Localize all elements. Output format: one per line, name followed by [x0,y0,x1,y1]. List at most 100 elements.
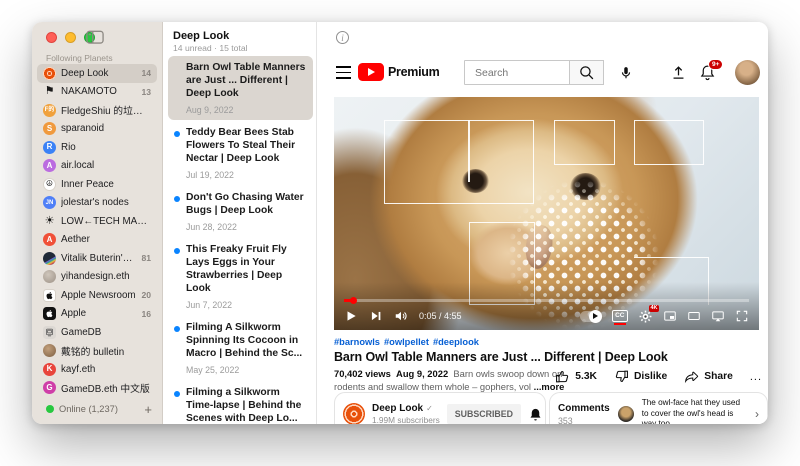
sidebar-item-jolestar-s-nodes[interactable]: JNjolestar's nodes [37,194,157,213]
commenter-avatar [618,406,634,422]
sidebar-item-rio[interactable]: RRio [37,138,157,157]
planet-avatar: G [43,381,56,394]
sidebar-item-air-local[interactable]: Aair.local [37,157,157,176]
planet-label: Apple Newsroom [61,290,136,301]
planet-avatar: F的 [43,104,56,117]
planet-label: Aether [61,234,151,245]
hashtag-link[interactable]: #deeplook [433,337,479,347]
next-button[interactable] [369,309,383,323]
captions-button[interactable]: CC [612,310,628,322]
article-item[interactable]: Filming a Silkworm Time-lapse | Behind t… [168,381,313,424]
unread-dot-icon [174,131,180,137]
sidebar-item-fledgeshiu[interactable]: F的 FledgeShiu 的垃圾堆 [37,101,157,120]
video-overlay-graphic [554,120,615,165]
search-input[interactable] [473,66,569,80]
sidebar-footer: Online (1,237) + [46,401,152,417]
article-date: Jun 7, 2022 [186,300,307,310]
channel-name[interactable]: Deep Look [372,403,423,414]
voice-search-icon[interactable] [614,61,638,85]
more-actions-button[interactable]: ... [750,371,762,383]
article-date: May 25, 2022 [186,365,307,375]
channel-bell-icon[interactable] [528,407,543,422]
sidebar-item-inner-peace[interactable]: ☮ Inner Peace [37,175,157,194]
article-list: Barn Owl Table Manners are Just ... Diff… [168,56,313,424]
planet-avatar: S [43,122,56,135]
theater-mode-button[interactable] [687,309,701,323]
planet-avatar: ☮ [43,178,56,191]
planet-label: kayf.eth [61,364,151,375]
comments-card[interactable]: Comments 353 The owl-face hat they used … [549,392,768,424]
planet-avatar [43,67,56,80]
sidebar-item-bulletin[interactable]: 戴铭的 bulletin [37,342,157,361]
channel-avatar[interactable] [343,403,365,424]
channel-card: Deep Look ✓ 1.99M subscribers SUBSCRIBED [334,392,546,424]
sidebar-item-apple-newsroom[interactable]: Apple Newsroom20 [37,286,157,305]
subscribed-button[interactable]: SUBSCRIBED [447,404,521,424]
sidebar-item-gamedb[interactable]: GameDB [37,323,157,342]
sidebar-item-kayf-eth[interactable]: Kkayf.eth [37,360,157,379]
add-planet-button[interactable]: + [144,403,152,416]
youtube-premium-logo[interactable]: Premium [358,63,439,81]
minimize-window-button[interactable] [65,32,76,43]
planet-label: 戴铭的 bulletin [61,344,151,358]
autoplay-toggle[interactable] [580,311,602,322]
sidebar-item-yihandesign-eth[interactable]: yihandesign.eth [37,268,157,287]
sidebar-item-aether[interactable]: AAether [37,231,157,250]
comments-count: 353 [558,416,610,425]
menu-icon[interactable] [336,66,351,79]
article-item[interactable]: This Freaky Fruit Fly Lays Eggs in Your … [168,238,313,315]
close-window-button[interactable] [46,32,57,43]
premium-wordmark: Premium [388,65,439,79]
notifications-bell-icon[interactable]: 9+ [699,64,716,81]
like-count: 5.3K [575,371,597,382]
player-controls: 0:05 / 4:55 CC 4K [334,302,759,330]
feed-title: Deep Look [173,30,229,42]
video-player[interactable]: 0:05 / 4:55 CC 4K [334,97,759,330]
sidebar-item-low-tech-magazine[interactable]: ☀LOW←TECH MAGAZINE [37,212,157,231]
article-item[interactable]: Don't Go Chasing Water Bugs | Deep LookJ… [168,186,313,237]
article-title: Teddy Bear Bees Stab Flowers To Steal Th… [186,126,307,165]
feed-unread-count: 14 unread · 15 total [173,43,248,53]
play-button[interactable] [344,309,358,323]
planet-label: air.local [61,160,151,171]
planet-label: Apple [61,308,136,319]
sidebar-item-gamedb-eth[interactable]: G GameDB.eth 中文版 [37,379,157,398]
video-overlay-graphic [468,120,470,182]
sidebar-item-deep-look[interactable]: Deep Look14 [37,64,157,83]
like-button[interactable]: 5.3K [555,369,597,384]
sidebar-item-apple[interactable]: Apple16 [37,305,157,324]
article-item[interactable]: Barn Owl Table Manners are Just ... Diff… [168,56,313,120]
planet-label: jolestar's nodes [61,197,151,208]
dislike-button[interactable]: Dislike [614,369,667,384]
sidebar-item-sparanoid[interactable]: Ssparanoid [37,120,157,139]
account-avatar[interactable] [735,60,760,85]
time-display: 0:05 / 4:55 [419,311,462,321]
sidebar-item-nakamoto[interactable]: ⚑NAKAMOTO13 [37,83,157,102]
article-item[interactable]: Filming A Silkworm Spinning Its Cocoon i… [168,316,313,380]
video-meta: 70,402 views Aug 9, 2022 Barn owls swoop… [334,368,592,393]
cast-airplay-button[interactable] [711,309,725,323]
planet-avatar: A [43,159,56,172]
search-button[interactable] [570,60,604,85]
toggle-sidebar-icon[interactable] [86,30,104,45]
share-button[interactable]: Share [684,369,733,384]
hashtag-link[interactable]: #barnowls [334,337,380,347]
planet-label: sparanoid [61,123,151,134]
article-info-icon[interactable]: i [336,31,349,44]
unread-count-badge: 13 [141,87,151,97]
hashtag-link[interactable]: #owlpellet [384,337,429,347]
miniplayer-button[interactable] [663,309,677,323]
expand-comments-chevron-icon[interactable]: › [755,407,759,421]
planet-label: Inner Peace [61,179,151,190]
quality-badge: 4K [649,305,659,312]
upload-icon[interactable] [670,64,687,81]
comment-preview: The owl-face hat they used to cover the … [642,398,747,424]
volume-icon[interactable] [394,309,408,323]
planet-label: FledgeShiu 的垃圾堆 [61,103,151,117]
thumbs-down-icon [614,369,629,384]
planet-label: GameDB.eth 中文版 [61,381,151,395]
fullscreen-button[interactable] [735,309,749,323]
sidebar-item-vitalik-buterin-s-we[interactable]: Vitalik Buterin's we...81 [37,249,157,268]
article-item[interactable]: Teddy Bear Bees Stab Flowers To Steal Th… [168,121,313,185]
settings-gear-icon[interactable]: 4K [638,309,653,324]
